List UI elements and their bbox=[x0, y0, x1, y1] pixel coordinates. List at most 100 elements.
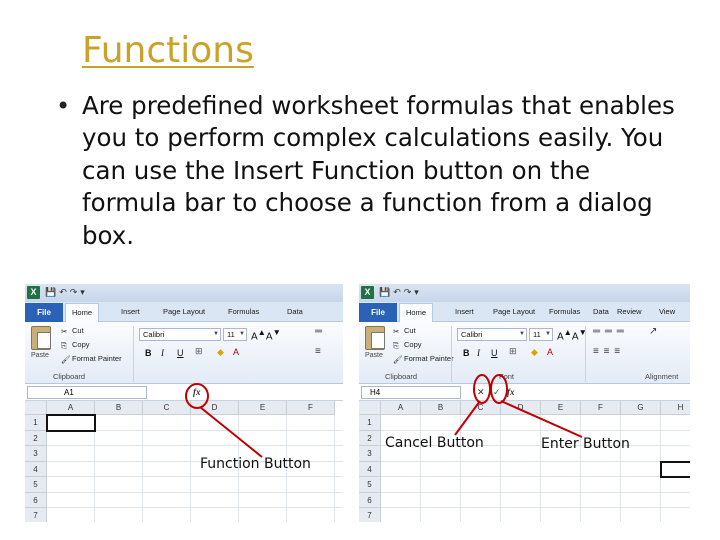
tab-insert[interactable]: Insert bbox=[121, 307, 140, 316]
cut-button[interactable]: ✂ Cut bbox=[393, 326, 416, 336]
tab-home[interactable]: Home bbox=[399, 303, 434, 323]
copy-button[interactable]: ⎘ Copy bbox=[61, 340, 90, 350]
font-name-dropdown[interactable]: Calibri ▼ bbox=[457, 328, 527, 341]
vertical-align-icons[interactable]: ═ ═ ═ bbox=[593, 326, 625, 337]
clipboard-group-label: Clipboard bbox=[385, 372, 418, 381]
row-header-3[interactable]: 3 bbox=[25, 446, 47, 462]
font-color-icon[interactable]: A bbox=[547, 347, 553, 357]
grow-shrink-font-buttons[interactable]: A▲A▼ bbox=[251, 327, 281, 342]
quick-access-toolbar: X 💾↶↷▾ bbox=[25, 284, 343, 302]
tab-review[interactable]: Review bbox=[617, 307, 642, 316]
borders-icon[interactable]: ⊞ bbox=[195, 346, 203, 357]
horizontal-align-icons[interactable]: ≡ ≡ ≡ bbox=[593, 346, 621, 357]
active-cell[interactable] bbox=[46, 414, 96, 432]
select-all-corner[interactable] bbox=[25, 401, 47, 415]
font-size-dropdown[interactable]: 11 ▼ bbox=[223, 328, 247, 341]
name-box[interactable]: H4 bbox=[361, 386, 461, 399]
row-header-5[interactable]: 5 bbox=[359, 477, 381, 493]
bold-button[interactable]: B bbox=[145, 348, 152, 358]
row-header-4[interactable]: 4 bbox=[25, 461, 47, 477]
underline-button[interactable]: U bbox=[177, 348, 184, 358]
active-cell[interactable] bbox=[660, 460, 690, 478]
column-header-h[interactable]: H bbox=[661, 401, 690, 415]
fill-color-icon[interactable]: ◆ bbox=[531, 347, 538, 358]
grow-shrink-font-buttons[interactable]: A▲A▼ bbox=[557, 327, 587, 342]
row-header-7[interactable]: 7 bbox=[25, 508, 47, 522]
italic-button[interactable]: I bbox=[477, 348, 480, 358]
row-header-3[interactable]: 3 bbox=[359, 446, 381, 462]
column-header-c[interactable]: C bbox=[461, 401, 501, 415]
row-header-1[interactable]: 1 bbox=[359, 415, 381, 431]
column-header-a[interactable]: A bbox=[47, 401, 95, 415]
column-header-e[interactable]: E bbox=[239, 401, 287, 415]
paste-icon[interactable] bbox=[365, 326, 385, 350]
align-center-icons[interactable]: ≡ bbox=[315, 346, 322, 357]
column-header-f[interactable]: F bbox=[581, 401, 621, 415]
row-header-6[interactable]: 6 bbox=[25, 492, 47, 508]
font-name-value: Calibri bbox=[143, 330, 165, 339]
paste-label[interactable]: Paste bbox=[365, 352, 383, 359]
name-box-value: H4 bbox=[370, 388, 381, 397]
tab-home[interactable]: Home bbox=[65, 303, 100, 323]
borders-icon[interactable]: ⊞ bbox=[509, 346, 517, 357]
fill-color-icon[interactable]: ◆ bbox=[217, 347, 224, 358]
paste-icon[interactable] bbox=[31, 326, 51, 350]
font-group-label: Font bbox=[499, 372, 515, 381]
quick-access-toolbar: X 💾↶↷▾ bbox=[359, 284, 690, 302]
bold-button[interactable]: B bbox=[463, 348, 470, 358]
insert-function-button[interactable]: fx bbox=[507, 387, 515, 397]
name-box-value: A1 bbox=[64, 388, 74, 397]
enter-button[interactable]: ✓ bbox=[493, 387, 501, 398]
cut-button[interactable]: ✂ Cut bbox=[61, 326, 84, 336]
grid-line bbox=[381, 476, 690, 477]
column-header-d[interactable]: D bbox=[501, 401, 541, 415]
row-header-2[interactable]: 2 bbox=[359, 430, 381, 446]
font-color-icon[interactable]: A bbox=[233, 347, 239, 357]
column-header-a[interactable]: A bbox=[381, 401, 421, 415]
tab-data[interactable]: Data bbox=[287, 307, 303, 316]
orientation-icon[interactable]: ↗ bbox=[649, 326, 658, 337]
column-header-g[interactable]: G bbox=[621, 401, 661, 415]
column-header-b[interactable]: B bbox=[421, 401, 461, 415]
format-painter-button[interactable]: 🖌Format Painter bbox=[61, 354, 122, 364]
select-all-corner[interactable] bbox=[359, 401, 381, 415]
tab-view[interactable]: View bbox=[659, 307, 675, 316]
underline-button[interactable]: U bbox=[491, 348, 498, 358]
row-header-4[interactable]: 4 bbox=[359, 461, 381, 477]
tab-insert[interactable]: Insert bbox=[455, 307, 474, 316]
row-header-1[interactable]: 1 bbox=[25, 415, 47, 431]
name-box[interactable]: A1 bbox=[27, 386, 147, 399]
copy-button[interactable]: ⎘ Copy bbox=[393, 340, 422, 350]
ribbon: Paste ✂ Cut ⎘ Copy 🖌Format Painter Clipboa… bbox=[25, 322, 343, 384]
row-header-6[interactable]: 6 bbox=[359, 492, 381, 508]
grid-line bbox=[381, 507, 690, 508]
font-size-dropdown[interactable]: 11 ▼ bbox=[529, 328, 553, 341]
ribbon: Paste ✂ Cut ⎘ Copy 🖌Format Painter Clipboa… bbox=[359, 322, 690, 384]
grid-line bbox=[420, 415, 421, 522]
column-header-e[interactable]: E bbox=[541, 401, 581, 415]
column-header-f[interactable]: F bbox=[287, 401, 335, 415]
font-name-dropdown[interactable]: Calibri ▼ bbox=[139, 328, 221, 341]
tab-data[interactable]: Data bbox=[593, 307, 609, 316]
insert-function-button[interactable]: fx bbox=[193, 387, 201, 397]
align-top-icons[interactable]: ═ bbox=[315, 326, 323, 337]
callout-cancel-button: Cancel Button bbox=[385, 435, 484, 451]
tab-formulas[interactable]: Formulas bbox=[228, 307, 259, 316]
row-header-7[interactable]: 7 bbox=[359, 508, 381, 522]
row-header-2[interactable]: 2 bbox=[25, 430, 47, 446]
tab-formulas[interactable]: Formulas bbox=[549, 307, 580, 316]
italic-button[interactable]: I bbox=[161, 348, 164, 358]
column-header-d[interactable]: D bbox=[191, 401, 239, 415]
tab-file[interactable]: File bbox=[25, 303, 63, 322]
cancel-button[interactable]: ✕ bbox=[477, 387, 485, 398]
format-painter-button[interactable]: 🖌Format Painter bbox=[393, 354, 454, 364]
tab-file[interactable]: File bbox=[359, 303, 397, 322]
column-header-c[interactable]: C bbox=[143, 401, 191, 415]
tab-page-layout[interactable]: Page Layout bbox=[163, 307, 205, 316]
copy-icon: ⎘ bbox=[61, 341, 67, 350]
ribbon-separator bbox=[585, 326, 586, 382]
column-header-b[interactable]: B bbox=[95, 401, 143, 415]
row-header-5[interactable]: 5 bbox=[25, 477, 47, 493]
tab-page-layout[interactable]: Page Layout bbox=[493, 307, 535, 316]
paste-label[interactable]: Paste bbox=[31, 352, 49, 359]
